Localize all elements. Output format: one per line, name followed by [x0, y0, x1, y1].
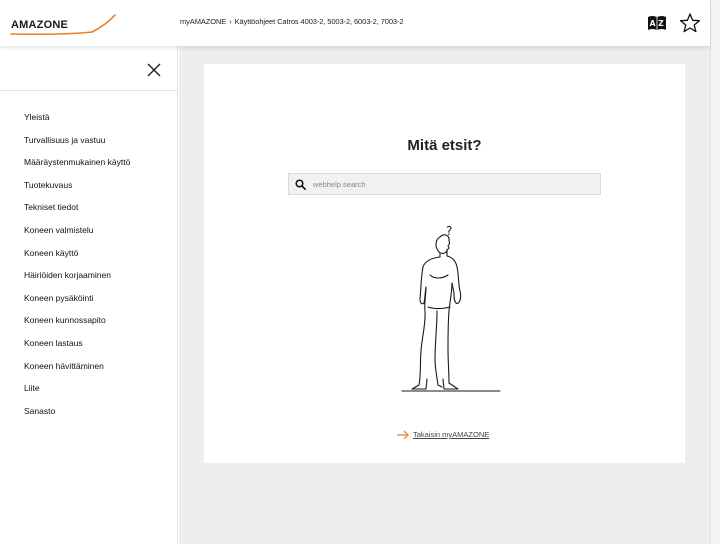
amazone-logo[interactable]: AMAZONE — [10, 13, 116, 37]
logo-text: AMAZONE — [11, 19, 68, 31]
back-link-label: Takaisin myAMAZONE — [413, 430, 490, 439]
svg-text:A: A — [650, 19, 656, 28]
sidebar-item-tekniset-tiedot[interactable]: Tekniset tiedot — [24, 202, 130, 225]
thinking-person-illustration: ? — [401, 224, 501, 392]
sidebar-item-maaraystenmukainen-kaytto[interactable]: Määräystenmukainen käyttö — [24, 157, 130, 180]
sidebar: Yleistä Turvallisuus ja vastuu Määräyste… — [0, 46, 178, 544]
sidebar-item-koneen-kunnossapito[interactable]: Koneen kunnossapito — [24, 315, 130, 338]
main-content: Mitä etsit? ? T — [179, 46, 710, 544]
breadcrumb-separator: › — [229, 17, 232, 26]
search-icon — [295, 179, 306, 190]
sidebar-item-koneen-pysakointi[interactable]: Koneen pysäköinti — [24, 293, 130, 316]
sidebar-nav: Yleistä Turvallisuus ja vastuu Määräyste… — [24, 112, 130, 428]
page-title: Mitä etsit? — [407, 137, 482, 154]
sidebar-item-liite[interactable]: Liite — [24, 383, 130, 406]
sidebar-item-sanasto[interactable]: Sanasto — [24, 406, 130, 429]
search-input[interactable] — [313, 174, 593, 194]
search-card: Mitä etsit? ? T — [204, 64, 685, 463]
sidebar-item-hairioiden-korjaaminen[interactable]: Häiriöiden korjaaminen — [24, 270, 130, 293]
svg-text:Z: Z — [658, 19, 664, 28]
close-icon[interactable] — [146, 62, 162, 78]
sidebar-item-koneen-havittaminen[interactable]: Koneen hävittäminen — [24, 361, 130, 384]
scrollbar[interactable] — [710, 0, 720, 544]
star-icon[interactable] — [679, 12, 701, 34]
sidebar-divider — [0, 90, 178, 91]
sidebar-item-koneen-lastaus[interactable]: Koneen lastaus — [24, 338, 130, 361]
sidebar-item-yleista[interactable]: Yleistä — [24, 112, 130, 135]
sidebar-item-koneen-kaytto[interactable]: Koneen käyttö — [24, 248, 130, 271]
breadcrumb-home-link[interactable]: myAMAZONE — [180, 17, 226, 26]
sidebar-item-tuotekuvaus[interactable]: Tuotekuvaus — [24, 180, 130, 203]
breadcrumb-current: Käyttöohjeet Catros 4003-2, 5003-2, 6003… — [234, 17, 404, 26]
top-header: AMAZONE myAMAZONE › Käyttöohjeet Catros 40… — [0, 0, 710, 46]
back-to-myamazone-link[interactable]: Takaisin myAMAZONE — [396, 430, 489, 440]
sidebar-item-turvallisuus[interactable]: Turvallisuus ja vastuu — [24, 135, 130, 158]
glossary-az-icon[interactable]: A Z — [646, 12, 668, 34]
sidebar-item-koneen-valmistelu[interactable]: Koneen valmistelu — [24, 225, 130, 248]
arrow-right-icon — [397, 430, 409, 440]
search-box — [288, 173, 601, 195]
breadcrumb: myAMAZONE › Käyttöohjeet Catros 4003-2, 50… — [180, 17, 404, 26]
